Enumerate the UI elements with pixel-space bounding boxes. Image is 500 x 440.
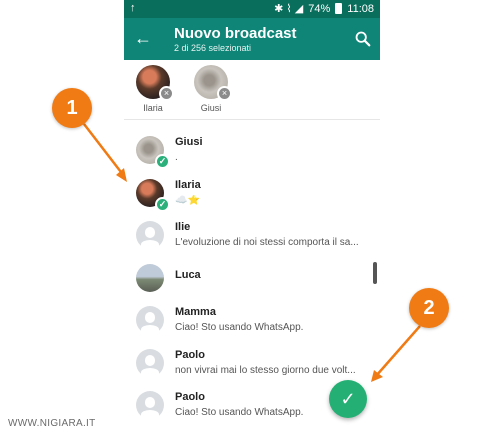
contact-status: L'evoluzione di noi stessi comporta il s… (175, 237, 359, 248)
annotation-badge-1: 1 (52, 88, 92, 128)
contact-name: Paolo (175, 391, 205, 403)
check-icon: ✓ (155, 197, 170, 212)
default-avatar-icon (136, 306, 164, 335)
contact-status: ☁️⭐ (175, 195, 200, 206)
scrollbar[interactable] (373, 262, 377, 284)
contact-name: Luca (175, 269, 201, 281)
phone-screen: ↑ ✱ ⌇ ◢ 74% 11:08 ← Nuovo broadcast 2 di… (124, 0, 380, 440)
contact-row[interactable]: Luca (124, 260, 380, 302)
avatar: × (136, 65, 174, 101)
battery-percent: 74% (308, 2, 331, 15)
selected-contacts-strip: × Ilaria × Giusi (124, 60, 380, 120)
selected-contact-name: Ilaria (143, 103, 163, 113)
page-title: Nuovo broadcast (174, 25, 297, 42)
upload-icon: ↑ (130, 2, 136, 14)
back-arrow-icon[interactable]: ← (134, 28, 152, 48)
status-bar: ↑ ✱ ⌇ ◢ 74% 11:08 (124, 0, 380, 18)
signal-icons: ✱ ⌇ ◢ (274, 3, 304, 15)
contact-row[interactable]: Ilie L'evoluzione di noi stessi comporta… (124, 217, 380, 259)
selection-count: 2 di 256 selezionati (174, 43, 252, 53)
default-avatar-icon (136, 391, 164, 420)
check-icon: ✓ (155, 154, 170, 169)
app-bar: ← Nuovo broadcast 2 di 256 selezionati (124, 18, 380, 60)
battery-icon (335, 3, 343, 14)
annotation-badge-2: 2 (409, 288, 449, 328)
avatar: ✓ (136, 136, 170, 169)
default-avatar-icon (136, 221, 164, 250)
contact-status: . (175, 152, 178, 163)
annotation-arrow-1 (83, 123, 125, 177)
confirm-fab-button[interactable]: ✓ (329, 380, 367, 418)
annotation-arrow-2 (375, 325, 421, 377)
watermark: WWW.NIGIARA.IT (8, 418, 96, 429)
remove-icon[interactable]: × (217, 86, 232, 101)
remove-icon[interactable]: × (159, 86, 174, 101)
contact-name: Mamma (175, 306, 216, 318)
contact-name: Ilie (175, 221, 191, 233)
contact-name: Giusi (175, 136, 203, 148)
selected-contact-giusi[interactable]: × Giusi (191, 65, 232, 113)
contact-row[interactable]: Mamma Ciao! Sto usando WhatsApp. (124, 302, 380, 344)
contact-row[interactable]: ✓ Giusi . (124, 132, 380, 174)
contact-status: non vivrai mai lo stesso giorno due volt… (175, 365, 356, 376)
avatar (136, 264, 164, 292)
selected-contact-ilaria[interactable]: × Ilaria (133, 65, 174, 113)
selected-contact-name: Giusi (200, 103, 222, 113)
search-icon[interactable] (354, 30, 372, 48)
status-right: ✱ ⌇ ◢ 74% 11:08 (274, 2, 374, 16)
contact-row[interactable]: ✓ Ilaria ☁️⭐ (124, 175, 380, 217)
contact-name: Ilaria (175, 179, 201, 191)
avatar: ✓ (136, 179, 170, 212)
avatar: × (194, 65, 232, 101)
contact-name: Paolo (175, 349, 205, 361)
contact-status: Ciao! Sto usando WhatsApp. (175, 322, 304, 333)
default-avatar-icon (136, 349, 164, 378)
clock: 11:08 (347, 2, 374, 15)
